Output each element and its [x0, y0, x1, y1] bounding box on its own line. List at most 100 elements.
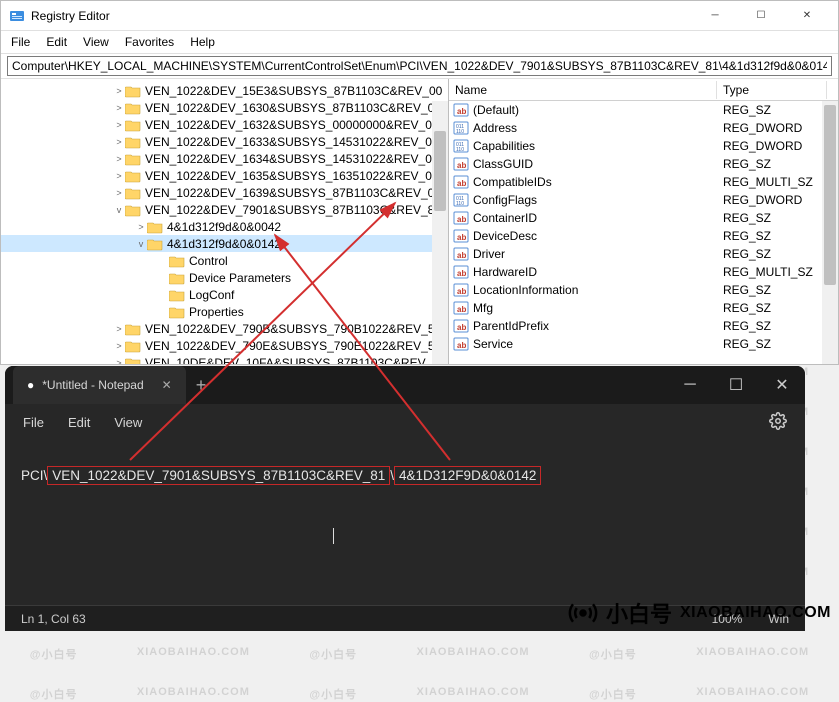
tree-item[interactable]: Control [1, 252, 448, 269]
tree-pane[interactable]: >VEN_1022&DEV_15E3&SUBSYS_87B1103C&REV_0… [1, 79, 449, 364]
expand-toggle-icon[interactable]: > [113, 154, 125, 164]
expand-toggle-icon[interactable]: > [113, 188, 125, 198]
tree-item[interactable]: >VEN_1022&DEV_1630&SUBSYS_87B1103C&REV_0… [1, 99, 448, 116]
maximize-button[interactable]: ☐ [738, 1, 784, 31]
value-row[interactable]: abContainerIDREG_SZ [449, 209, 838, 227]
tree-item[interactable]: Device Parameters [1, 269, 448, 286]
address-input[interactable] [7, 56, 832, 76]
value-row[interactable]: 011110ConfigFlagsREG_DWORD [449, 191, 838, 209]
svg-text:ab: ab [457, 323, 466, 332]
notepad-window: ● *Untitled - Notepad ✕ + ─ ☐ ✕ File Edi… [5, 366, 805, 631]
value-row[interactable]: abMfgREG_SZ [449, 299, 838, 317]
menu-favorites[interactable]: Favorites [125, 35, 174, 49]
value-type-icon: ab [453, 300, 469, 316]
notepad-menu-edit[interactable]: Edit [68, 415, 90, 430]
value-row[interactable]: abParentIdPrefixREG_SZ [449, 317, 838, 335]
notepad-minimize-button[interactable]: ─ [667, 366, 713, 404]
value-row[interactable]: abServiceREG_SZ [449, 335, 838, 353]
value-row[interactable]: abDeviceDescREG_SZ [449, 227, 838, 245]
tree-item[interactable]: >VEN_10DE&DEV_10FA&SUBSYS_87B1103C&REV_A… [1, 354, 448, 364]
expand-toggle-icon[interactable]: > [113, 358, 125, 365]
regedit-app-icon [9, 8, 25, 24]
value-row[interactable]: abHardwareIDREG_MULTI_SZ [449, 263, 838, 281]
notepad-tab[interactable]: ● *Untitled - Notepad ✕ [13, 366, 186, 404]
values-pane[interactable]: Name Type ab(Default)REG_SZ011110Address… [449, 79, 838, 364]
minimize-button[interactable]: ─ [692, 1, 738, 31]
value-row[interactable]: abLocationInformationREG_SZ [449, 281, 838, 299]
value-type-icon: ab [453, 246, 469, 262]
notepad-close-button[interactable]: ✕ [759, 366, 805, 404]
menu-view[interactable]: View [83, 35, 109, 49]
expand-toggle-icon[interactable]: v [135, 239, 147, 249]
tree-item[interactable]: v VEN_1022&DEV_7901&SUBSYS_87B1103C&REV_8… [1, 201, 448, 218]
value-row[interactable]: 011110CapabilitiesREG_DWORD [449, 137, 838, 155]
expand-toggle-icon[interactable]: > [113, 171, 125, 181]
expand-toggle-icon[interactable]: > [113, 137, 125, 147]
tree-item[interactable]: v4&1d312f9d&0&0142 [1, 235, 448, 252]
tree-item[interactable]: >VEN_1022&DEV_790B&SUBSYS_790B1022&REV_5… [1, 320, 448, 337]
tree-scrollbar[interactable] [432, 101, 448, 364]
tree-item[interactable]: >VEN_1022&DEV_790E&SUBSYS_790E1022&REV_5… [1, 337, 448, 354]
expand-toggle-icon[interactable]: > [113, 324, 125, 334]
tab-close-icon[interactable]: ✕ [162, 378, 172, 392]
value-name: LocationInformation [473, 283, 578, 297]
expand-toggle-icon[interactable]: > [113, 341, 125, 351]
value-name: HardwareID [473, 265, 537, 279]
col-header-name[interactable]: Name [449, 81, 717, 99]
values-scrollbar[interactable] [822, 101, 838, 364]
tree-item-label: VEN_1022&DEV_7901&SUBSYS_87B1103C&REV_81 [145, 203, 441, 217]
expand-toggle-icon[interactable]: v [113, 205, 125, 215]
value-type-icon: ab [453, 102, 469, 118]
folder-icon [125, 322, 141, 336]
value-name: ConfigFlags [473, 193, 537, 207]
notepad-maximize-button[interactable]: ☐ [713, 366, 759, 404]
svg-text:ab: ab [457, 107, 466, 116]
tree-item[interactable]: >VEN_1022&DEV_1635&SUBSYS_16351022&REV_0… [1, 167, 448, 184]
tree-item[interactable]: >VEN_1022&DEV_1633&SUBSYS_14531022&REV_0… [1, 133, 448, 150]
tree-item[interactable]: >VEN_1022&DEV_1639&SUBSYS_87B1103C&REV_0… [1, 184, 448, 201]
value-type: REG_MULTI_SZ [717, 175, 827, 189]
value-row[interactable]: ab(Default)REG_SZ [449, 101, 838, 119]
svg-text:ab: ab [457, 161, 466, 170]
svg-text:110: 110 [456, 147, 464, 153]
folder-icon [169, 271, 185, 285]
settings-gear-icon[interactable] [769, 412, 787, 433]
notepad-text-area[interactable]: PCI\ VEN_1022&DEV_7901&SUBSYS_87B1103C&R… [5, 440, 805, 605]
tree-item[interactable]: Properties [1, 303, 448, 320]
menu-help[interactable]: Help [190, 35, 215, 49]
value-row[interactable]: 011110AddressREG_DWORD [449, 119, 838, 137]
folder-icon [147, 220, 163, 234]
tree-item[interactable]: >VEN_1022&DEV_1632&SUBSYS_00000000&REV_0… [1, 116, 448, 133]
value-row[interactable]: abDriverREG_SZ [449, 245, 838, 263]
value-row[interactable]: abClassGUIDREG_SZ [449, 155, 838, 173]
value-type: REG_SZ [717, 157, 827, 171]
value-row[interactable]: abCompatibleIDsREG_MULTI_SZ [449, 173, 838, 191]
expand-toggle-icon[interactable]: > [135, 222, 147, 232]
expand-toggle-icon[interactable]: > [113, 103, 125, 113]
value-type: REG_MULTI_SZ [717, 265, 827, 279]
menu-file[interactable]: File [11, 35, 30, 49]
expand-toggle-icon[interactable]: > [113, 120, 125, 130]
tree-item[interactable]: >VEN_1022&DEV_15E3&SUBSYS_87B1103C&REV_0… [1, 82, 448, 99]
notepad-menubar: File Edit View [5, 404, 805, 440]
menu-edit[interactable]: Edit [46, 35, 67, 49]
value-type-icon: 011110 [453, 192, 469, 208]
value-type: REG_SZ [717, 211, 827, 225]
notepad-menu-file[interactable]: File [23, 415, 44, 430]
notepad-titlebar: ● *Untitled - Notepad ✕ + ─ ☐ ✕ [5, 366, 805, 404]
close-button[interactable]: ✕ [784, 1, 830, 31]
tree-item[interactable]: >VEN_1022&DEV_1634&SUBSYS_14531022&REV_0… [1, 150, 448, 167]
col-header-type[interactable]: Type [717, 81, 827, 99]
folder-icon [125, 84, 141, 98]
value-type: REG_DWORD [717, 139, 827, 153]
logo-text-en: XIAOBAIHAO.COM [680, 604, 831, 622]
tree-item[interactable]: LogConf [1, 286, 448, 303]
notepad-menu-view[interactable]: View [114, 415, 142, 430]
value-type-icon: ab [453, 156, 469, 172]
expand-toggle-icon[interactable]: > [113, 86, 125, 96]
value-type: REG_SZ [717, 229, 827, 243]
new-tab-button[interactable]: + [196, 375, 207, 396]
value-type-icon: ab [453, 228, 469, 244]
tree-item[interactable]: >4&1d312f9d&0&0042 [1, 218, 448, 235]
titlebar: Registry Editor ─ ☐ ✕ [1, 1, 838, 31]
